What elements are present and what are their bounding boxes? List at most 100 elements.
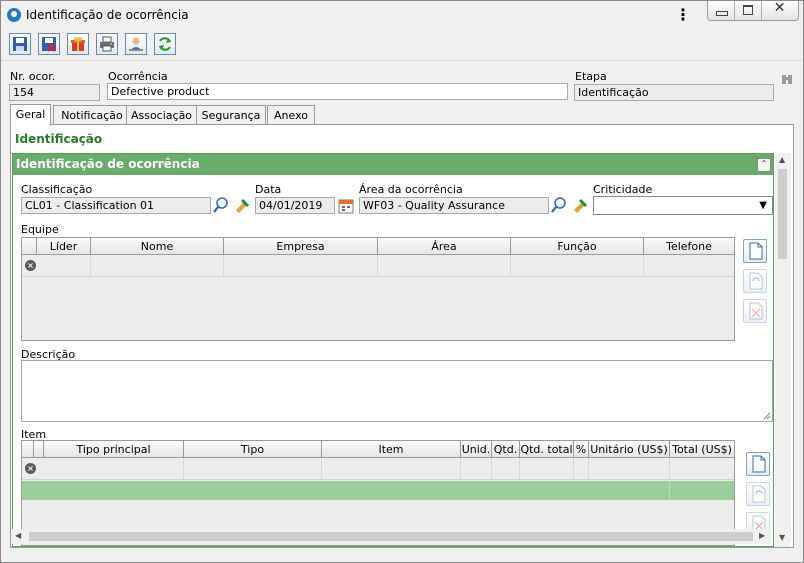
toolbar	[1, 30, 803, 61]
area-search-icon[interactable]	[550, 196, 568, 214]
equipe-grid: Líder Nome Empresa Área Função Telefone …	[21, 237, 735, 341]
criticidade-label: Criticidade	[593, 183, 653, 196]
criticidade-value	[594, 199, 597, 212]
data-field[interactable]: 04/01/2019	[255, 197, 335, 214]
scroll-down-icon[interactable]: ▼	[779, 533, 785, 542]
table-row[interactable]: ×	[22, 458, 734, 480]
clear-broom-icon[interactable]	[232, 196, 250, 214]
scroll-right-icon[interactable]: ▶	[759, 531, 765, 540]
tab-geral[interactable]: Geral	[10, 104, 51, 126]
item-add-button[interactable]	[746, 452, 770, 476]
item-col-header[interactable]: Qtd.	[492, 441, 520, 458]
new-document-icon	[749, 242, 763, 260]
data-label: Data	[255, 183, 282, 196]
vertical-scrollbar[interactable]: ▲ ▼	[775, 153, 791, 547]
horizontal-scroll-thumb[interactable]	[29, 532, 753, 541]
area-clear-broom-icon[interactable]	[570, 196, 588, 214]
save-icon	[13, 37, 27, 51]
equipe-col-header[interactable]: Empresa	[224, 238, 378, 255]
title-bar: Identificação de ocorrência ⋮ ✕	[1, 1, 803, 30]
classificacao-field[interactable]: CL01 - Classification 01	[21, 197, 211, 214]
print-button[interactable]	[96, 33, 118, 55]
save-and-close-button[interactable]	[38, 33, 60, 55]
equipe-col-header[interactable]: Área	[378, 238, 511, 255]
etapa-label: Etapa	[575, 70, 607, 83]
equipe-col-header[interactable]: Nome	[91, 238, 224, 255]
equipe-col-header[interactable]: Telefone	[644, 238, 734, 255]
nr-ocor-field[interactable]: 154	[9, 84, 100, 101]
maximize-icon	[742, 5, 753, 15]
item-col-header[interactable]: Item	[322, 441, 461, 458]
save-close-icon	[42, 37, 56, 52]
close-icon: ✕	[773, 0, 786, 16]
scroll-up-icon[interactable]: ▲	[779, 155, 785, 164]
item-col-header[interactable]: Tipo	[184, 441, 322, 458]
edit-refresh-icon	[749, 272, 763, 290]
save-button[interactable]	[9, 33, 31, 55]
area-label: Área da ocorrência	[359, 183, 463, 196]
classificacao-label: Classificação	[21, 183, 93, 196]
etapa-field[interactable]: Identificação	[574, 84, 774, 101]
remove-row-icon[interactable]: ×	[25, 260, 36, 271]
section-title: Identificação	[15, 132, 103, 146]
equipe-col-header[interactable]: Líder	[37, 238, 91, 255]
item-col-header[interactable]: Total (US$)	[670, 441, 734, 458]
item-col-header[interactable]: Tipo principal	[44, 441, 184, 458]
window-title: Identificação de ocorrência	[26, 8, 189, 22]
maximize-button[interactable]	[735, 1, 762, 20]
gift-icon	[71, 37, 85, 51]
print-icon	[100, 36, 114, 52]
equipe-edit-button[interactable]	[743, 269, 767, 293]
item-col-header[interactable]: %	[574, 441, 589, 458]
close-button[interactable]: ✕	[762, 1, 798, 20]
calendar-icon[interactable]	[337, 197, 355, 215]
table-total-row	[22, 481, 734, 500]
user-button[interactable]	[125, 33, 147, 55]
search-icon[interactable]	[212, 196, 230, 214]
scroll-left-icon[interactable]: ◀	[15, 531, 21, 540]
equipe-delete-button[interactable]	[743, 299, 767, 323]
nr-ocor-label: Nr. ocor.	[10, 70, 56, 83]
item-edit-button[interactable]	[746, 482, 770, 506]
table-row[interactable]: ×	[22, 255, 734, 277]
ocorrencia-label: Ocorrência	[108, 70, 168, 83]
ocorrencia-field[interactable]: Defective product	[107, 83, 568, 100]
tab-notificacao[interactable]: Notificação	[53, 105, 131, 124]
minimize-icon	[716, 11, 728, 16]
refresh-button[interactable]	[154, 33, 176, 55]
item-col-header[interactable]: Unitário (US$)	[589, 441, 670, 458]
refresh-icon	[158, 37, 172, 51]
criticidade-select[interactable]: ▼	[593, 196, 773, 215]
item-col-handle	[34, 441, 44, 458]
identification-panel: Identificação de ocorrência ⌃ Classifica…	[12, 153, 774, 547]
delete-document-icon	[749, 302, 763, 320]
item-col-header[interactable]: Qtd. total	[520, 441, 574, 458]
edit-refresh-icon	[752, 485, 766, 503]
tab-seguranca[interactable]: Segurança	[196, 105, 266, 124]
vertical-scroll-thumb[interactable]	[778, 169, 787, 259]
remove-row-icon[interactable]: ×	[25, 463, 36, 474]
new-document-icon	[752, 455, 766, 473]
descricao-textarea[interactable]	[21, 360, 773, 422]
binoculars-icon[interactable]	[780, 73, 798, 91]
equipe-label: Equipe	[21, 223, 59, 236]
chevron-down-icon: ▼	[759, 200, 767, 211]
horizontal-scrollbar[interactable]: ◀ ▶	[11, 529, 771, 544]
tab-anexo[interactable]: Anexo	[267, 105, 315, 124]
kebab-menu-icon[interactable]: ⋮	[675, 5, 691, 25]
area-field[interactable]: WF03 - Quality Assurance	[359, 197, 549, 214]
panel-header: Identificação de ocorrência	[13, 154, 773, 175]
equipe-col-handle	[22, 238, 37, 255]
resize-grip-icon[interactable]	[763, 412, 771, 420]
tab-associacao[interactable]: Associação	[126, 105, 197, 124]
gift-button[interactable]	[67, 33, 89, 55]
user-icon	[129, 37, 143, 51]
collapse-icon[interactable]: ⌃	[757, 158, 771, 172]
item-col-header[interactable]: Unid.	[461, 441, 492, 458]
equipe-add-button[interactable]	[743, 239, 767, 263]
minimize-button[interactable]	[708, 1, 735, 20]
item-col-handle	[22, 441, 34, 458]
equipe-col-header[interactable]: Função	[511, 238, 644, 255]
window-controls: ✕	[707, 1, 799, 21]
app-icon	[7, 8, 21, 22]
